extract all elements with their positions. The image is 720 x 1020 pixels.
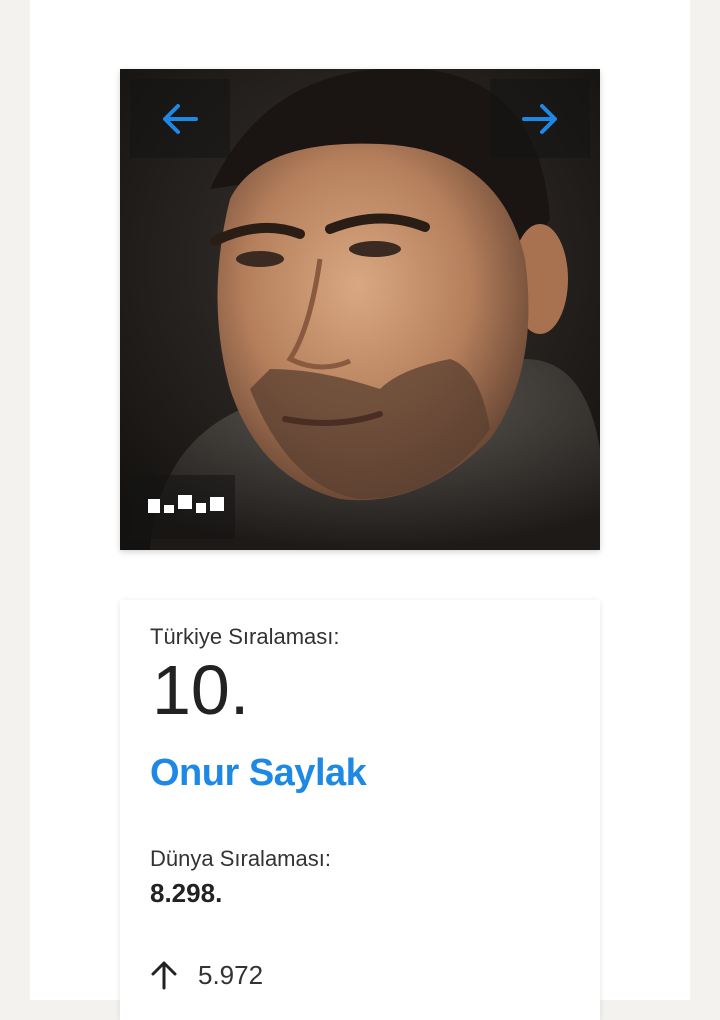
watermark-pixel [178, 495, 192, 509]
world-rank-label: Dünya Sıralaması: [150, 846, 331, 871]
rank-change: 5.972 [150, 955, 263, 995]
page-container: Türkiye Sıralaması: 10. Onur Saylak Düny… [30, 0, 690, 1020]
arrow-left-icon [163, 103, 198, 134]
profile-photo [120, 69, 600, 550]
arrow-right-icon [522, 103, 557, 134]
next-photo-button[interactable] [490, 79, 590, 158]
world-rank-value: 8.298. [150, 878, 223, 908]
person-name-link[interactable]: Onur Saylak [150, 752, 367, 795]
turkey-rank-label: Türkiye Sıralaması: [150, 624, 340, 649]
turkey-rank-value: 10. [152, 651, 250, 729]
watermark-pixel [164, 505, 174, 513]
watermark-pixel [196, 503, 206, 513]
pixelated-watermark [130, 475, 235, 539]
prev-photo-button[interactable] [130, 79, 230, 158]
arrow-up-icon [151, 961, 177, 990]
watermark-pixel [210, 497, 224, 511]
watermark-pixel [148, 499, 160, 513]
rank-change-value: 5.972 [198, 959, 264, 990]
